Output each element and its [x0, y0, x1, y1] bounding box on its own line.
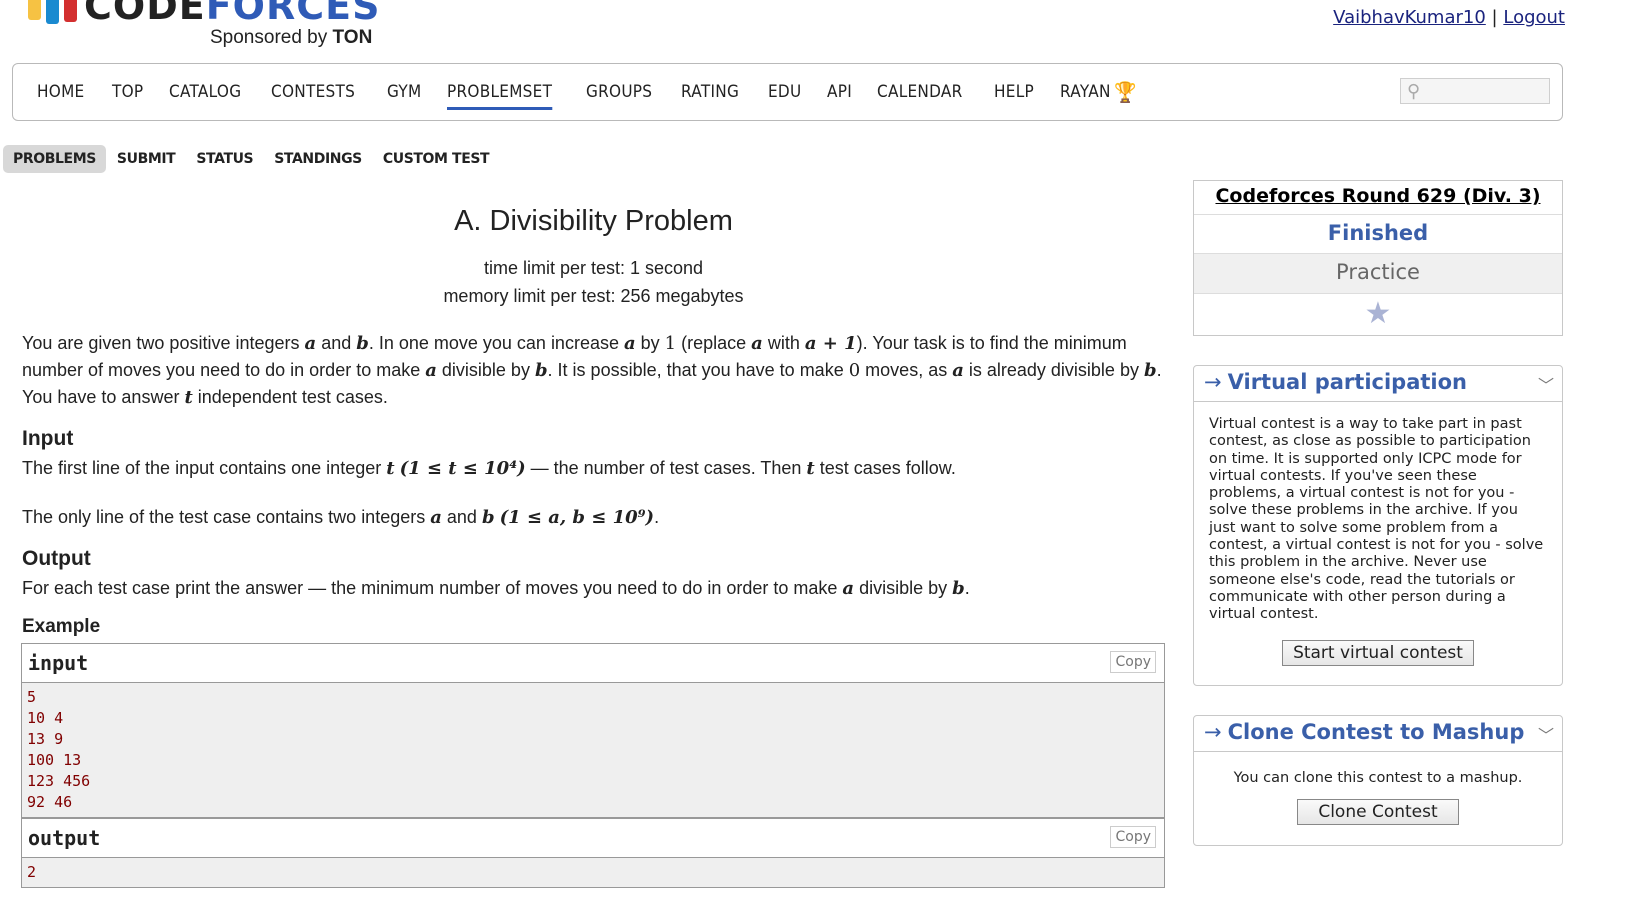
arrow-right-icon: → [1204, 720, 1222, 744]
round-mode: Practice [1194, 254, 1562, 294]
virtual-participation-box: → Virtual participation ﹀ Virtual contest… [1193, 365, 1563, 686]
nav-rayan[interactable]: RAYAN 🏆 [1060, 80, 1137, 104]
example-output-header: output Copy [21, 818, 1165, 858]
subnav-problems[interactable]: PROBLEMS [3, 145, 106, 173]
main-nav: HOME TOP CATALOG CONTESTS GYM PROBLEMSET… [12, 63, 1563, 121]
nav-api[interactable]: API [827, 82, 852, 102]
input-spec-line1: The first line of the input contains one… [22, 458, 956, 479]
nav-help[interactable]: HELP [994, 82, 1034, 102]
problem-title: A. Divisibility Problem [454, 205, 733, 237]
nav-catalog[interactable]: CATALOG [169, 82, 241, 102]
time-limit: time limit per test: 1 second [483, 258, 704, 278]
nav-rayan-label: RAYAN [1060, 82, 1112, 102]
nav-gym[interactable]: GYM [387, 82, 421, 102]
example-output-body[interactable]: 2 [21, 858, 1165, 888]
sponsor-text: Sponsored by TON [210, 27, 373, 48]
round-name-link[interactable]: Codeforces Round 629 (Div. 3) [1215, 185, 1540, 207]
nav-home[interactable]: HOME [37, 82, 85, 102]
search-input[interactable]: ⚲ [1400, 78, 1550, 104]
input-line: 100 13 [27, 751, 82, 769]
virtual-participation-title: Virtual participation [1227, 370, 1467, 394]
logo-wordmark: CODEFORCES [84, 0, 381, 28]
chevron-down-icon[interactable]: ﹀ [1538, 372, 1554, 396]
nav-rating[interactable]: RATING [681, 82, 739, 102]
subnav-submit[interactable]: SUBMIT [107, 145, 185, 173]
input-line: 10 4 [27, 709, 64, 727]
clone-contest-header[interactable]: → Clone Contest to Mashup ﹀ [1194, 716, 1562, 752]
clone-contest-title: Clone Contest to Mashup [1227, 720, 1525, 744]
input-line: 5 [27, 688, 37, 706]
nav-calendar[interactable]: CALENDAR [877, 82, 963, 102]
problem-limits: time limit per test: 1 second memory lim… [22, 254, 1165, 310]
input-line: 13 9 [27, 730, 64, 748]
subnav-status[interactable]: STATUS [186, 145, 263, 173]
example-input-body[interactable]: 5 10 4 13 9 100 13 123 456 92 46 [21, 683, 1165, 818]
legend-paragraph: You are given two positive integers a an… [22, 333, 1162, 408]
start-virtual-contest-button[interactable]: Start virtual contest [1282, 639, 1474, 666]
problem-subnav: PROBLEMS SUBMIT STATUS STANDINGS CUSTOM … [3, 145, 500, 173]
subnav-standings[interactable]: STANDINGS [264, 145, 372, 173]
subnav-custom-test[interactable]: CUSTOM TEST [373, 145, 499, 173]
virtual-participation-header[interactable]: → Virtual participation ﹀ [1194, 366, 1562, 402]
search-icon: ⚲ [1407, 81, 1421, 101]
nav-groups[interactable]: GROUPS [586, 82, 652, 102]
round-status: Finished [1194, 215, 1562, 254]
output-line: 2 [27, 863, 37, 881]
example-output-label: output [28, 826, 101, 850]
nav-problemset[interactable]: PROBLEMSET [446, 82, 552, 110]
input-spec-line2: The only line of the test case contains … [22, 507, 660, 528]
user-bar: VaibhavKumar10 | Logout [1333, 7, 1565, 28]
example-input-header: input Copy [21, 643, 1165, 683]
chevron-down-icon[interactable]: ﹀ [1538, 722, 1554, 746]
copy-input-button[interactable]: Copy [1110, 651, 1156, 673]
input-line: 123 456 [27, 772, 91, 790]
nav-edu[interactable]: EDU [768, 82, 801, 102]
trophy-icon: 🏆 [1114, 80, 1138, 104]
memory-limit: memory limit per test: 256 megabytes [443, 286, 744, 306]
clone-contest-button[interactable]: Clone Contest [1297, 799, 1459, 826]
username-link[interactable]: VaibhavKumar10 [1333, 7, 1486, 28]
nav-contests[interactable]: CONTESTS [271, 82, 355, 102]
star-icon[interactable]: ★ [1194, 294, 1562, 337]
example-input-label: input [28, 651, 89, 675]
round-info-box: Codeforces Round 629 (Div. 3) Finished P… [1193, 180, 1563, 336]
problem-statement: A. Divisibility Problem time limit per t… [22, 200, 1165, 602]
virtual-participation-text: Virtual contest is a way to take part in… [1194, 402, 1562, 680]
site-logo[interactable]: CODEFORCES Sponsored by TON [12, 0, 412, 52]
input-line: 92 46 [27, 793, 73, 811]
arrow-right-icon: → [1204, 370, 1222, 394]
example-title: Example [22, 616, 101, 637]
user-separator: | [1491, 7, 1498, 28]
clone-contest-box: → Clone Contest to Mashup ﹀ You can clone… [1193, 715, 1563, 846]
input-section-title: Input [22, 427, 74, 450]
output-section-title: Output [22, 547, 91, 570]
clone-contest-text: You can clone this contest to a mashup. … [1194, 752, 1562, 839]
example-box: input Copy 5 10 4 13 9 100 13 123 456 92… [21, 643, 1165, 888]
nav-top[interactable]: TOP [112, 82, 143, 102]
copy-output-button[interactable]: Copy [1110, 826, 1156, 848]
logout-link[interactable]: Logout [1503, 7, 1565, 28]
output-spec-line: For each test case print the answer — th… [22, 578, 970, 599]
